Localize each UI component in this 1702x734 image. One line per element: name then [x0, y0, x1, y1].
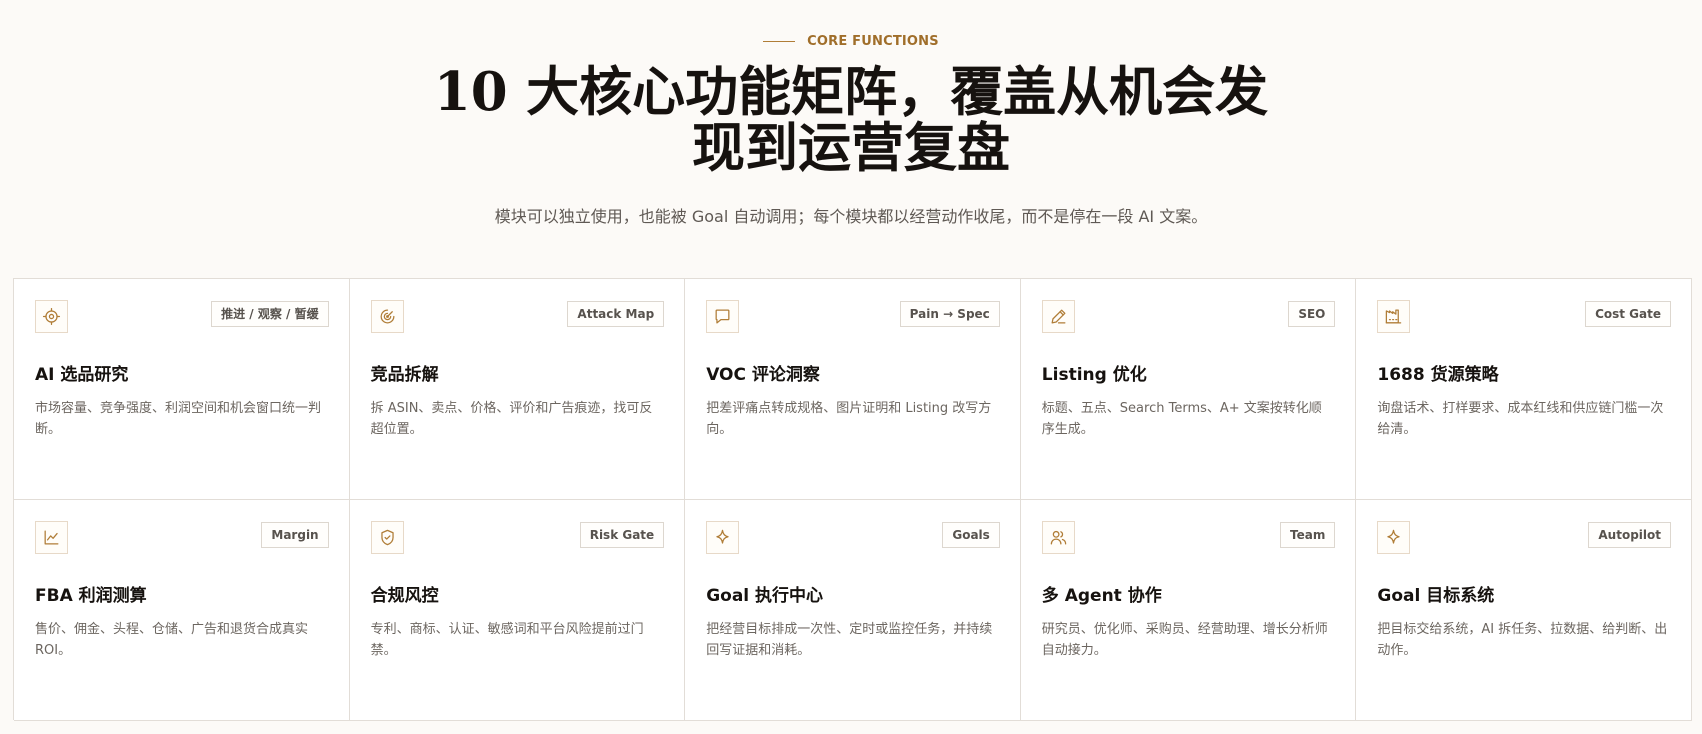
page-title: 10 大核心功能矩阵，覆盖从机会发 现到运营复盘 — [0, 64, 1702, 176]
card-description: 把目标交给系统，AI 拆任务、拉数据、给判断、出动作。 — [1377, 622, 1668, 658]
card-title: Goal 目标系统 — [1377, 586, 1495, 606]
card-badge: Risk Gate — [579, 522, 665, 548]
card-title: AI 选品研究 — [35, 365, 129, 385]
core-functions-section: CORE FUNCTIONS 10 大核心功能矩阵，覆盖从机会发 现到运营复盘 … — [0, 0, 1702, 734]
card-title: 合规风控 — [370, 586, 439, 606]
function-card-compliance[interactable]: Risk Gate 合规风控 专利、商标、认证、敏感词和平台风险提前过门禁。 — [349, 500, 686, 721]
card-description: 把经营目标排成一次性、定时或监控任务，并持续回写证据和消耗。 — [706, 622, 993, 658]
users-icon — [1041, 521, 1075, 554]
function-card-fba-profit[interactable]: Margin FBA 利润测算 售价、佣金、头程、仓储、广告和退货合成真实 RO… — [14, 500, 350, 721]
page-subtitle: 模块可以独立使用，也能被 Goal 自动调用；每个模块都以经营动作收尾，而不是停… — [494, 207, 1208, 226]
card-title: Listing 优化 — [1041, 365, 1147, 385]
card-badge: Team — [1280, 522, 1336, 548]
function-card-grid: 推进 / 观察 / 暂缓 AI 选品研究 市场容量、竞争强度、利润空间和机会窗口… — [13, 278, 1692, 721]
shield-check-icon — [370, 521, 404, 554]
page-title-line-1: 10 大核心功能矩阵，覆盖从机会发 — [433, 61, 1269, 123]
card-badge: 推进 / 观察 / 暂缓 — [211, 301, 329, 327]
card-badge: Pain → Spec — [899, 301, 1000, 327]
card-badge: Autopilot — [1588, 522, 1671, 548]
card-description: 拆 ASIN、卖点、价格、评价和广告痕迹，找可反超位置。 — [370, 401, 653, 437]
eyebrow-divider — [763, 41, 796, 42]
card-badge: Cost Gate — [1585, 301, 1671, 327]
card-description: 市场容量、竞争强度、利润空间和机会窗口统一判断。 — [35, 401, 322, 437]
function-card-product-research[interactable]: 推进 / 观察 / 暂缓 AI 选品研究 市场容量、竞争强度、利润空间和机会窗口… — [14, 279, 350, 500]
card-description: 标题、五点、Search Terms、A+ 文案按转化顺序生成。 — [1041, 401, 1322, 437]
card-description: 专利、商标、认证、敏感词和平台风险提前过门禁。 — [370, 622, 644, 658]
card-title: 多 Agent 协作 — [1041, 586, 1162, 606]
pen-icon — [1041, 300, 1075, 333]
card-description: 把差评痛点转成规格、图片证明和 Listing 改写方向。 — [706, 401, 992, 437]
card-description: 询盘话术、打样要求、成本红线和供应链门槛一次给清。 — [1377, 401, 1664, 437]
function-card-goal-execution[interactable]: Goals Goal 执行中心 把经营目标排成一次性、定时或监控任务，并持续回写… — [685, 500, 1021, 721]
function-card-goal-system[interactable]: Autopilot Goal 目标系统 把目标交给系统，AI 拆任务、拉数据、给… — [1356, 500, 1692, 721]
radar-icon — [370, 300, 404, 333]
card-title: 1688 货源策略 — [1377, 365, 1499, 385]
card-badge: Goals — [942, 522, 1000, 548]
target-icon — [35, 300, 68, 333]
card-description: 研究员、优化师、采购员、经营助理、增长分析师自动接力。 — [1041, 622, 1328, 658]
card-badge: SEO — [1288, 301, 1336, 327]
page-title-line-2: 现到运营复盘 — [692, 117, 1010, 179]
card-title: Goal 执行中心 — [706, 586, 824, 606]
function-card-competitor-analysis[interactable]: Attack Map 竞品拆解 拆 ASIN、卖点、价格、评价和广告痕迹，找可反… — [349, 279, 686, 500]
card-title: VOC 评论洞察 — [706, 365, 820, 385]
sparkle-icon — [1377, 521, 1411, 554]
function-card-voc-insights[interactable]: Pain → Spec VOC 评论洞察 把差评痛点转成规格、图片证明和 Lis… — [685, 279, 1021, 500]
card-title: 竞品拆解 — [370, 365, 439, 385]
line-chart-icon — [35, 521, 68, 554]
function-card-multi-agent[interactable]: Team 多 Agent 协作 研究员、优化师、采购员、经营助理、增长分析师自动… — [1020, 500, 1357, 721]
card-title: FBA 利润测算 — [35, 586, 147, 606]
eyebrow: CORE FUNCTIONS — [0, 34, 1702, 49]
chat-bubble-icon — [706, 300, 740, 333]
function-card-listing-optimization[interactable]: SEO Listing 优化 标题、五点、Search Terms、A+ 文案按… — [1020, 279, 1357, 500]
factory-icon — [1377, 300, 1411, 333]
sparkle-icon — [706, 521, 740, 554]
function-card-sourcing-strategy[interactable]: Cost Gate 1688 货源策略 询盘话术、打样要求、成本红线和供应链门槛… — [1356, 279, 1692, 500]
eyebrow-label: CORE FUNCTIONS — [807, 34, 939, 49]
card-badge: Attack Map — [567, 301, 665, 327]
card-description: 售价、佣金、头程、仓储、广告和退货合成真实 ROI。 — [35, 622, 309, 658]
card-badge: Margin — [261, 522, 329, 548]
